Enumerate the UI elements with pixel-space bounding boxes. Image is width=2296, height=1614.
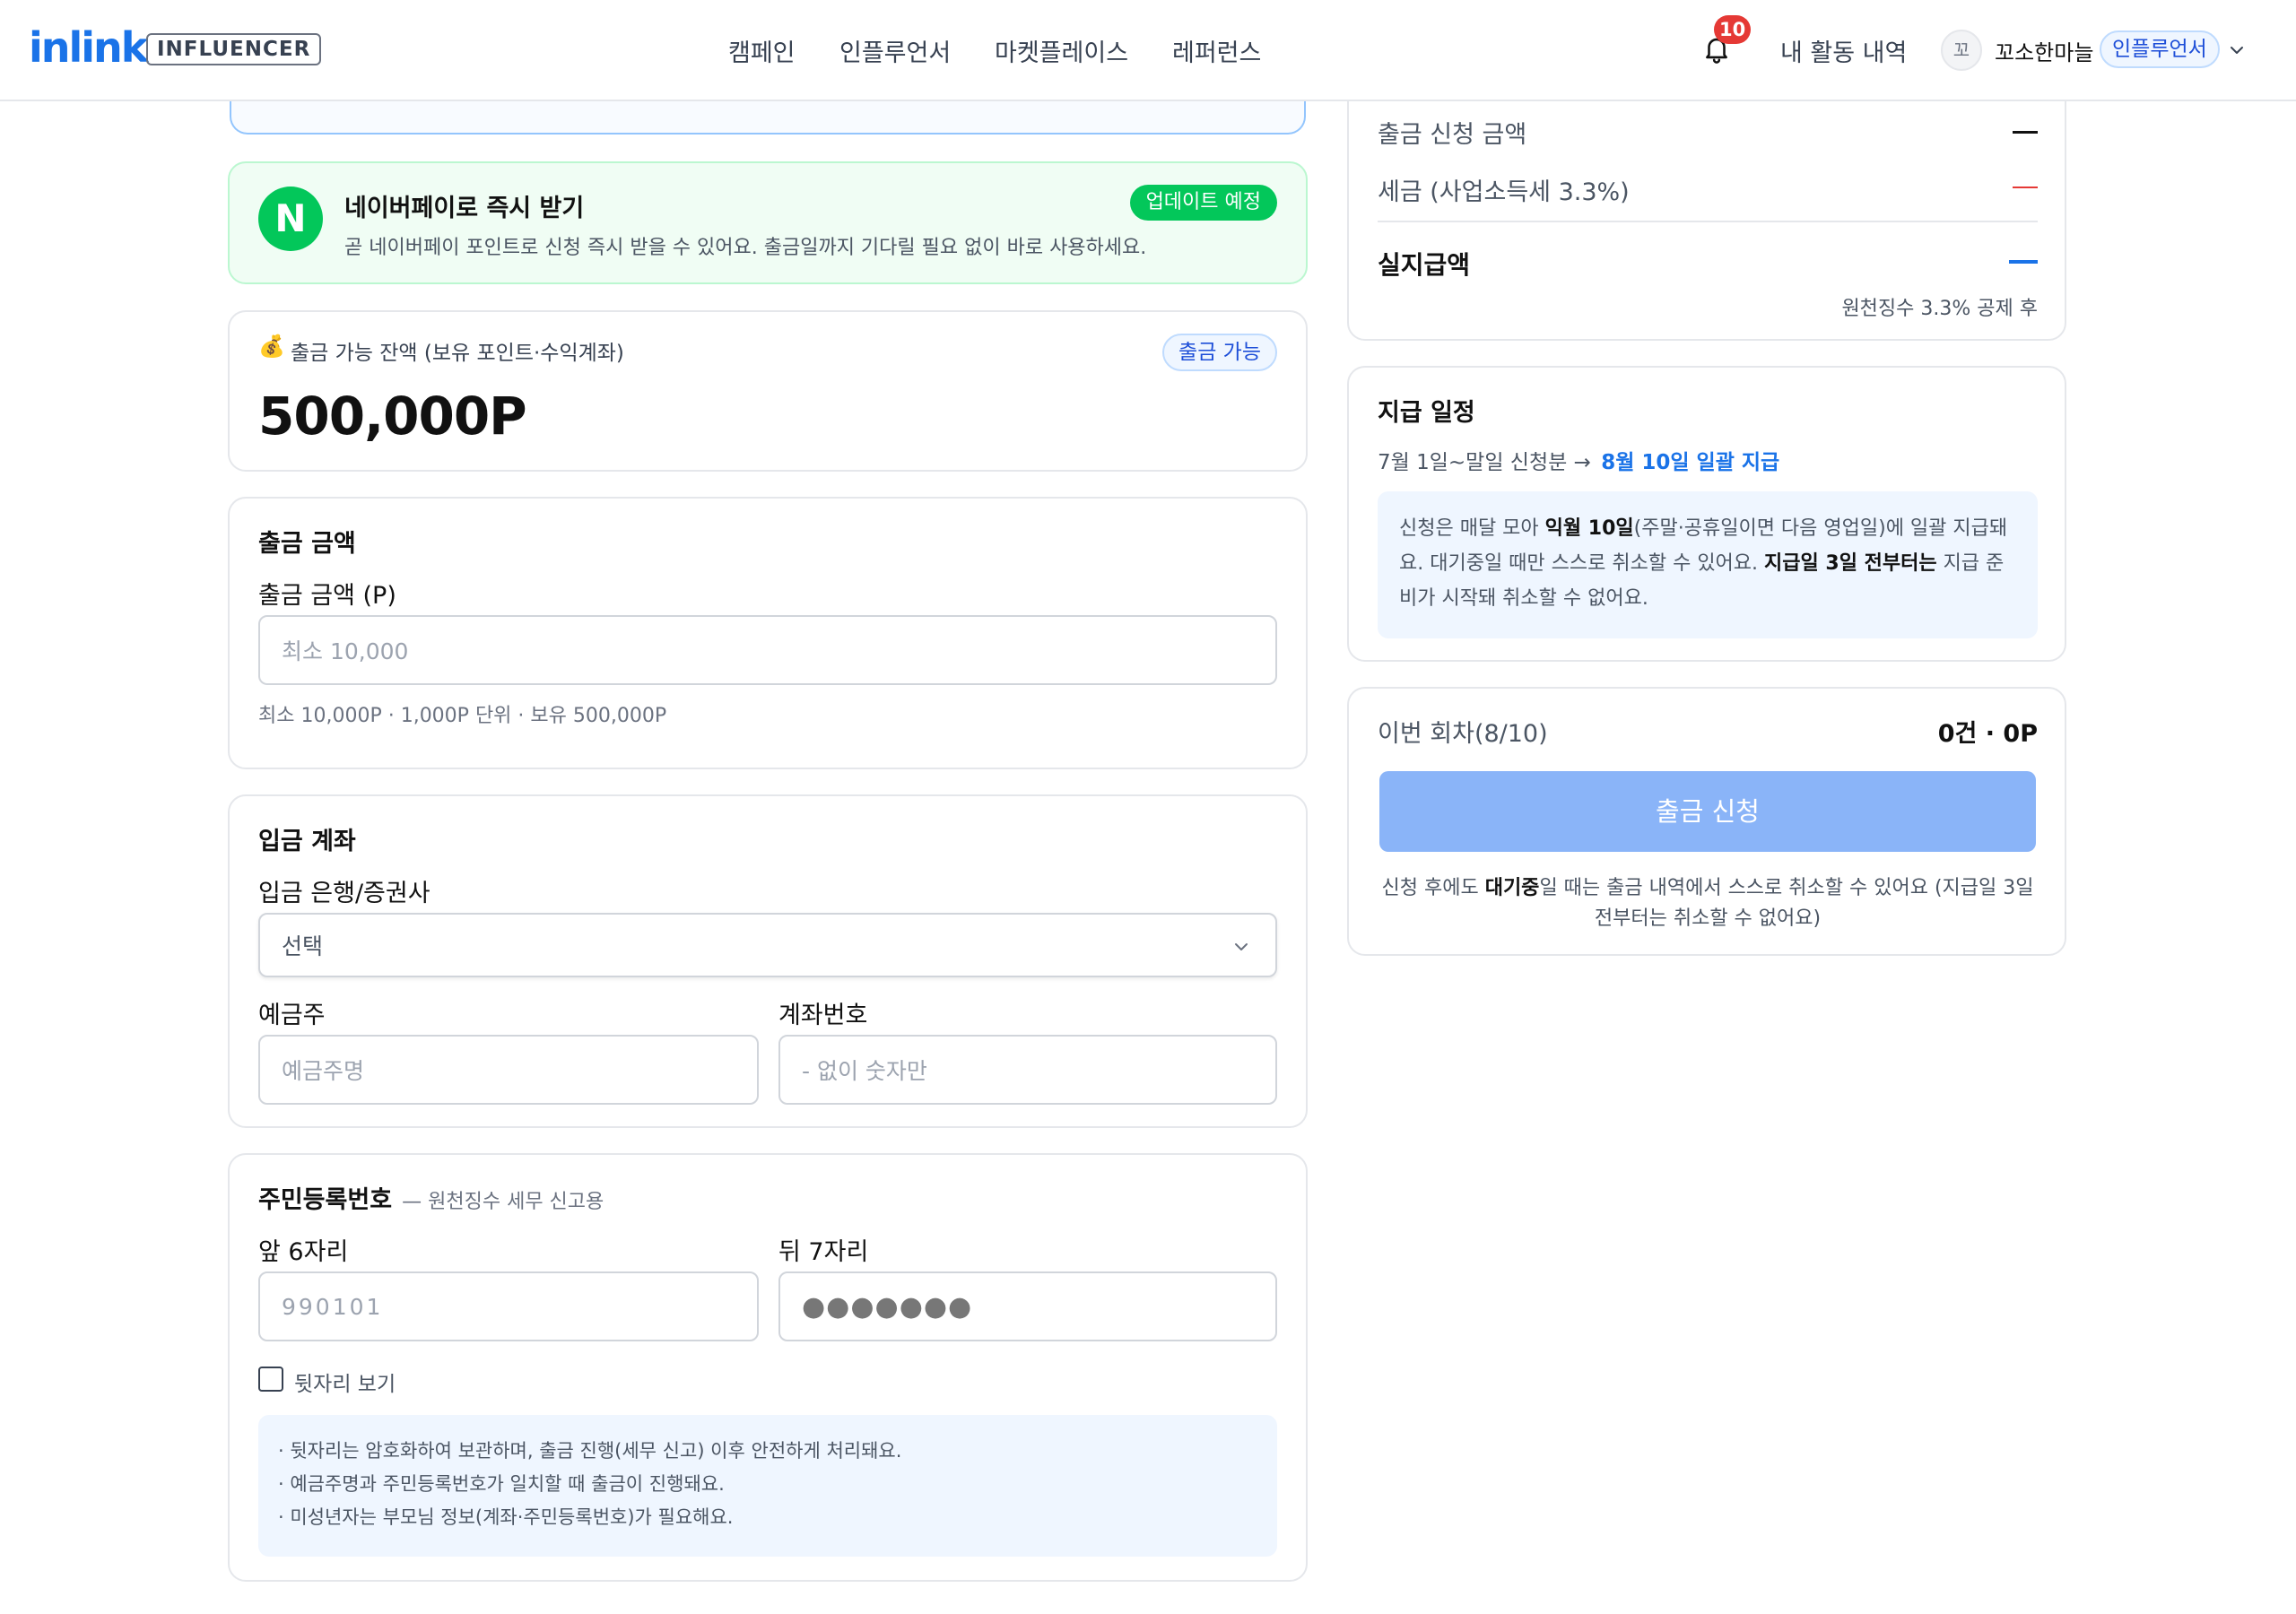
withdraw-submit-button[interactable]: 출금 신청 — [1379, 771, 2036, 852]
account-section-title: 입금 계좌 — [258, 828, 356, 855]
rrn-card: 주민등록번호 — 원천징수 세무 신고용 앞 6자리 990101 뒤 7자리 … — [228, 1153, 1308, 1582]
rrn-front-label: 앞 6자리 — [258, 1238, 349, 1266]
money-bag-icon: 💰 — [258, 334, 285, 359]
bank-selected-value: 선택 — [282, 933, 324, 959]
rrn-back-input[interactable]: ●●●●●●● — [778, 1271, 1277, 1341]
nav-influencer[interactable]: 인플루언서 — [839, 33, 951, 68]
schedule-info-bold: 지급일 3일 전부터는 — [1764, 552, 1937, 575]
schedule-period: 7월 1일~말일 신청분 → — [1378, 451, 1591, 474]
rrn-back-label: 뒤 7자리 — [778, 1238, 869, 1266]
influencer-badge: INFLUENCER — [146, 33, 322, 65]
naverpay-card: N 네이버페이로 즉시 받기 곧 네이버페이 포인트로 신청 즉시 받을 수 있… — [228, 161, 1308, 284]
show-back-label[interactable]: 뒷자리 보기 — [294, 1367, 396, 1397]
rrn-notes-box: · 뒷자리는 암호화하여 보관하며, 출금 진행(세무 신고) 이후 안전하게 … — [258, 1415, 1277, 1557]
naverpay-title: 네이버페이로 즉시 받기 — [344, 195, 585, 222]
rrn-front-placeholder: 990101 — [282, 1293, 384, 1320]
tax-value — [2013, 187, 2038, 188]
username[interactable]: 꼬소한마늘 — [1995, 35, 2093, 66]
rrn-section-title: 주민등록번호 — 원천징수 세무 신고용 — [258, 1180, 604, 1215]
amount-hint: 최소 10,000P · 1,000P 단위 · 보유 500,000P — [258, 705, 667, 727]
rrn-back-masked: ●●●●●●● — [802, 1290, 973, 1323]
avatar[interactable]: 꼬 — [1941, 30, 1982, 71]
net-amount-note: 원천징수 3.3% 공제 후 — [1841, 298, 2038, 320]
schedule-title: 지급 일정 — [1378, 399, 1475, 427]
balance-label: 출금 가능 잔액 (보유 포인트·수익계좌) — [291, 342, 624, 365]
schedule-payout: 8월 10일 일괄 지급 — [1601, 451, 1780, 474]
naverpay-description: 곧 네이버페이 포인트로 신청 즉시 받을 수 있어요. 출금일까지 기다릴 필… — [344, 237, 1147, 259]
schedule-info-box: 신청은 매달 모아 익월 10일(주말·공휴일이면 다음 영업일)에 일괄 지급… — [1378, 491, 2038, 638]
submit-note-text: 신청 후에도 — [1381, 877, 1485, 899]
submit-note-bold: 대기중 — [1484, 877, 1540, 899]
rrn-title: 주민등록번호 — [258, 1186, 393, 1214]
round-label: 이번 회차(8/10) — [1378, 720, 1548, 748]
amount-section-title: 출금 금액 — [258, 530, 356, 558]
amount-input[interactable]: 최소 10,000 — [258, 615, 1277, 685]
request-amount-label: 출금 신청 금액 — [1378, 121, 1527, 149]
amount-field-label: 출금 금액 (P) — [258, 582, 396, 610]
holder-input[interactable]: 예금주명 — [258, 1035, 759, 1105]
bank-label: 입금 은행/증권사 — [258, 880, 430, 907]
rrn-subtitle: — 원천징수 세무 신고용 — [402, 1191, 604, 1213]
my-activity-link[interactable]: 내 활동 내역 — [1780, 33, 1907, 68]
submit-note: 신청 후에도 대기중일 때는 출금 내역에서 스스로 취소할 수 있어요 (지급… — [1379, 873, 2036, 934]
withdrawable-badge: 출금 가능 — [1162, 334, 1277, 371]
schedule-period-line: 7월 1일~말일 신청분 → 8월 10일 일괄 지급 — [1378, 445, 1779, 475]
bank-select[interactable]: 선택 — [258, 913, 1277, 977]
request-amount-value — [2013, 131, 2038, 134]
nav-marketplace[interactable]: 마켓플레이스 — [995, 33, 1128, 68]
rrn-note: · 뒷자리는 암호화하여 보관하며, 출금 진행(세무 신고) 이후 안전하게 … — [278, 1440, 902, 1462]
amount-card: 출금 금액 출금 금액 (P) 최소 10,000 최소 10,000P · 1… — [228, 497, 1308, 769]
account-number-label: 계좌번호 — [778, 1002, 868, 1029]
account-card: 입금 계좌 입금 은행/증권사 선택 예금주 예금주명 계좌번호 - 없이 숫자… — [228, 794, 1308, 1128]
chevron-down-icon[interactable] — [2226, 39, 2248, 61]
chevron-down-icon — [1235, 943, 1248, 950]
account-number-placeholder: - 없이 숫자만 — [802, 1058, 927, 1084]
inlink-logo[interactable]: inlink — [29, 23, 148, 72]
rrn-front-input[interactable]: 990101 — [258, 1271, 759, 1341]
top-header: inlink INFLUENCER 캠페인 인플루언서 마켓플레이스 레퍼런스 … — [0, 0, 2296, 101]
submit-card: 이번 회차(8/10) 0건 · 0P 출금 신청 신청 후에도 대기중일 때는… — [1347, 687, 2066, 956]
update-scheduled-badge: 업데이트 예정 — [1129, 185, 1277, 221]
schedule-info-bold: 익월 10일 — [1544, 517, 1634, 540]
holder-label: 예금주 — [258, 1002, 326, 1029]
schedule-info-text: 신청은 매달 모아 — [1399, 517, 1545, 540]
schedule-card: 지급 일정 7월 1일~말일 신청분 → 8월 10일 일괄 지급 신청은 매달… — [1347, 366, 2066, 662]
net-amount-value — [2009, 260, 2038, 264]
balance-amount: 500,000P — [258, 386, 527, 447]
role-badge: 인플루언서 — [2100, 30, 2220, 68]
naverpay-logo: N — [258, 187, 323, 251]
balance-card: 💰 출금 가능 잔액 (보유 포인트·수익계좌) 출금 가능 500,000P — [228, 310, 1308, 472]
rrn-note: · 예금주명과 주민등록번호가 일치할 때 출금이 진행돼요. — [278, 1473, 725, 1495]
tax-label: 세금 (사업소득세 3.3%) — [1378, 178, 1630, 206]
nav-reference[interactable]: 레퍼런스 — [1172, 33, 1261, 68]
summary-divider — [1378, 221, 2038, 222]
net-amount-label: 실지급액 — [1378, 250, 1471, 280]
show-back-checkbox[interactable] — [258, 1367, 283, 1392]
account-number-input[interactable]: - 없이 숫자만 — [778, 1035, 1277, 1105]
nav-campaign[interactable]: 캠페인 — [728, 33, 796, 68]
notification-count-badge: 10 — [1714, 15, 1752, 44]
holder-placeholder: 예금주명 — [282, 1058, 365, 1084]
submit-note-text: 일 때는 출금 내역에서 스스로 취소할 수 있어요 (지급일 3일 전부터는 … — [1539, 877, 2034, 930]
amount-placeholder: 최소 10,000 — [282, 638, 409, 664]
round-value: 0건 · 0P — [1937, 720, 2038, 748]
rrn-note: · 미성년자는 부모님 정보(계좌·주민등록번호)가 필요해요. — [278, 1506, 734, 1528]
